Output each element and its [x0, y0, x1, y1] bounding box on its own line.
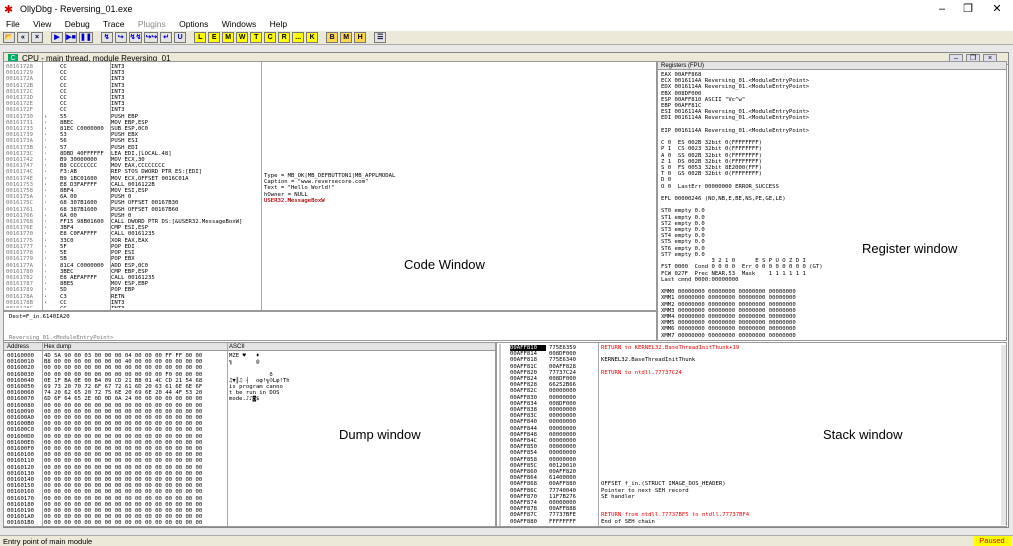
run-icon[interactable]: ▶ [51, 32, 63, 43]
run-thread-icon[interactable]: ▶■ [65, 32, 77, 43]
dump-col-hex: Hex dump [44, 344, 72, 350]
stack-pane[interactable]: 00AFF810 00AFF814 00AFF818 00AFF81C 00AF… [496, 342, 1007, 527]
stack-selected-address: 00AFF810 [510, 345, 546, 351]
info-dest: Dest=F_in.6140IA20 [9, 314, 70, 320]
call-stack-button[interactable]: K [306, 32, 319, 43]
windows-window-button[interactable]: W [236, 32, 249, 43]
dump-pane[interactable]: Address Hex dump ASCII 00160000 00160010… [3, 342, 496, 527]
log-window-button[interactable]: L [194, 32, 207, 43]
dump-window-label: Dump window [339, 427, 421, 442]
menu-plugins[interactable]: Plugins [138, 19, 166, 29]
code-comment-api: USER32.MessageBoxW [264, 198, 325, 204]
menu-options[interactable]: Options [179, 19, 208, 29]
animate-over-icon[interactable]: ↪↪ [144, 32, 159, 43]
stack-addresses: 00AFF810 00AFF814 00AFF818 00AFF81C 00AF… [510, 345, 537, 525]
dump-addresses: 00160000 00160010 00160020 00160030 0016… [7, 353, 34, 525]
menu-help[interactable]: Help [270, 19, 287, 29]
dump-col-address: Address [7, 344, 30, 350]
dump-ascii: MZÉ ♥ ♦ ╗ @ ð ♫▼║♫ ┤ oφ!╗☺Lφ!Th is progr… [229, 353, 289, 403]
status-paused-badge: Paused [973, 536, 1011, 546]
run-trace-button[interactable]: ... [292, 32, 305, 43]
dump-hex: 4D 5A 90 00 03 00 00 00 04 00 00 00 FF F… [44, 353, 203, 525]
maximize-icon[interactable]: ❐ [955, 2, 981, 17]
step-over-icon[interactable]: ↪ [114, 32, 127, 43]
modules-window-button[interactable]: E [208, 32, 221, 43]
list-icon[interactable]: ☰ [374, 32, 387, 43]
stack-window-label: Stack window [823, 427, 903, 442]
registers-header: Registers (FPU) [658, 62, 1006, 70]
restart-icon[interactable]: « [17, 32, 29, 43]
step-into-icon[interactable]: ↯ [100, 32, 113, 43]
pause-icon[interactable]: ❚❚ [79, 32, 93, 43]
title-bar: ✱ OllyDbg - Reversing_01.exe – ❐ ✕ [0, 0, 1013, 19]
menu-view[interactable]: View [33, 19, 51, 29]
breakpoints-button[interactable]: B [326, 32, 339, 43]
memory-window-button[interactable]: M [222, 32, 235, 43]
registers-body: EAX 00AFF868 ECX 0016114A Reversing_01.<… [661, 72, 823, 338]
hardware-breakpoints-button[interactable]: H [354, 32, 367, 43]
dump-col-ascii: ASCII [229, 344, 245, 350]
threads-window-button[interactable]: T [250, 32, 263, 43]
status-bar: Entry point of main module Paused [0, 535, 1013, 546]
status-text: Entry point of main module [3, 537, 93, 546]
close-icon[interactable]: ✕ [984, 2, 1010, 17]
memory-breakpoints-button[interactable]: M [340, 32, 353, 43]
toolbar: 📂 « × ▶ ▶■ ❚❚ ↯ ↪ ↯↯ ↪↪ ↵ U L E M W T C … [0, 31, 1013, 45]
menu-debug[interactable]: Debug [65, 19, 90, 29]
menu-trace[interactable]: Trace [103, 19, 124, 29]
minimize-icon[interactable]: – [929, 2, 955, 17]
dump-header: Address Hex dump ASCII [4, 343, 495, 351]
register-window-label: Register window [862, 241, 958, 256]
code-info-pane: Dest=F_in.6140IA20 Reversing_01.<ModuleE… [3, 311, 657, 341]
cpu-window-button[interactable]: C [264, 32, 277, 43]
code-addresses: 00161728 00161729 0016172A 0016172B 0016… [6, 64, 33, 308]
animate-into-icon[interactable]: ↯↯ [128, 32, 143, 43]
window-title: OllyDbg - Reversing_01.exe [20, 4, 133, 14]
execute-till-return-icon[interactable]: ↵ [160, 32, 173, 43]
menu-bar: File View Debug Trace Plugins Options Wi… [0, 19, 1013, 31]
stack-scrollbar[interactable] [1001, 345, 1006, 525]
registers-pane[interactable]: Registers (FPU) EAX 00AFF868 ECX 0016114… [657, 61, 1007, 341]
menu-file[interactable]: File [6, 19, 20, 29]
code-window-label: Code Window [404, 257, 485, 272]
code-pane[interactable]: 00161728 00161729 0016172A 0016172B 0016… [3, 61, 657, 311]
code-bytes: CC CC CC CC CC CC CC CC 55 8BEC 81EC C00… [60, 64, 104, 308]
code-jump-arrows: › · · · · · · · · · · · · · · · · · · · … [44, 113, 48, 306]
open-icon[interactable]: 📂 [3, 32, 15, 43]
references-window-button[interactable]: R [278, 32, 291, 43]
stack-values: 775E6359 008DF000 775E6340 00AFF828 7773… [549, 345, 576, 525]
code-disassembly: INT3 INT3 INT3 INT3 INT3 INT3 INT3 INT3 … [111, 64, 243, 308]
menu-windows[interactable]: Windows [222, 19, 256, 29]
close-file-icon[interactable]: × [31, 32, 43, 43]
info-module: Reversing_01.<ModuleEntryPoint> [9, 335, 114, 341]
execute-till-user-icon[interactable]: U [174, 32, 187, 43]
ollydbg-bug-icon: ✱ [4, 4, 14, 16]
stack-comments: RETURN to KERNEL32.BaseThreadInitThunk+1… [601, 345, 750, 525]
